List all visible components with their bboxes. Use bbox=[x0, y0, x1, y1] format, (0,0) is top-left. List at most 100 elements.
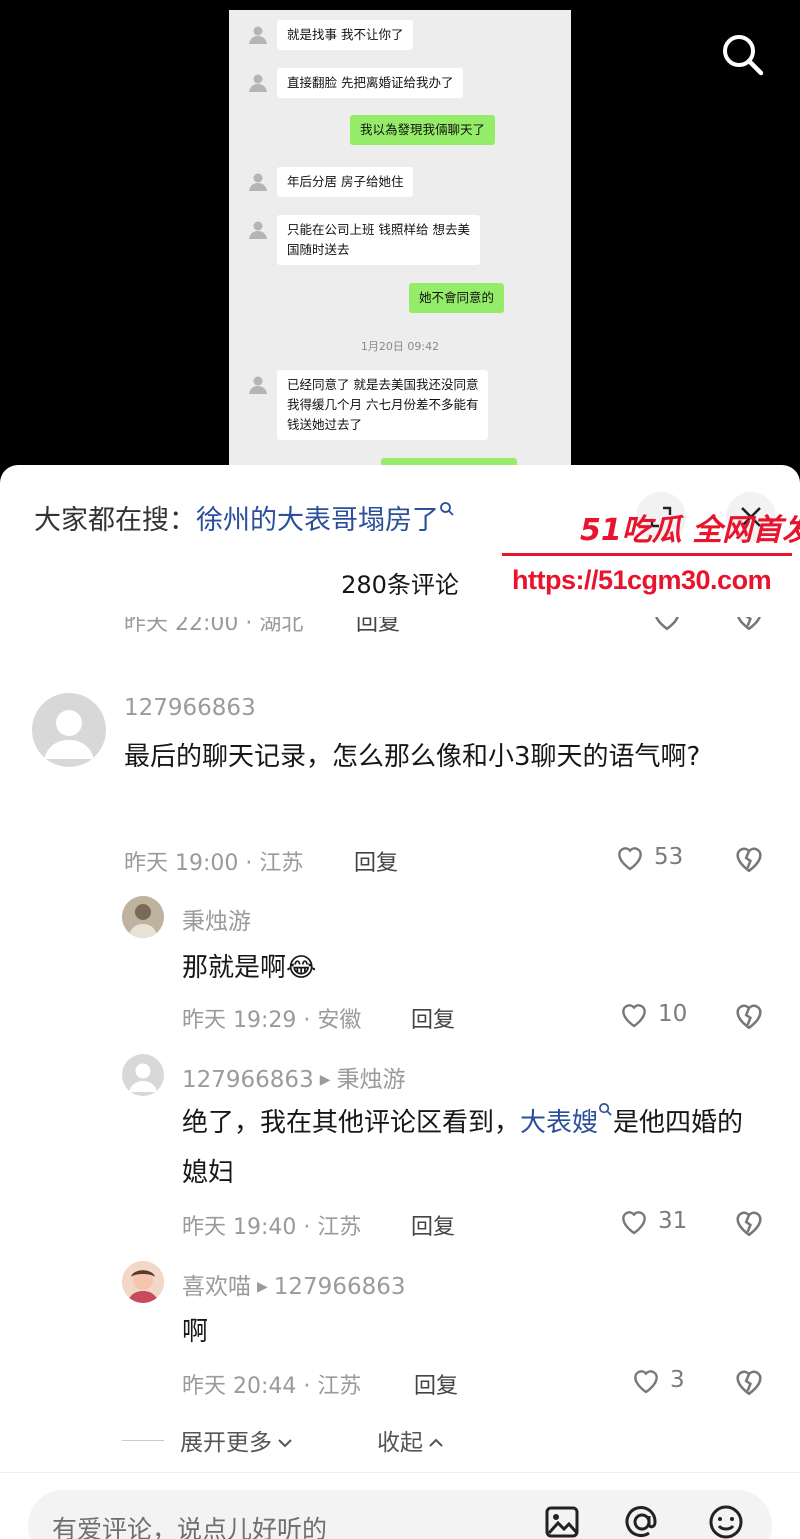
user-avatar-icon bbox=[247, 219, 269, 241]
like-count: 3 bbox=[670, 1367, 685, 1393]
default-avatar-icon bbox=[129, 1063, 157, 1092]
chat-time-divider: 1月20日 09:42 bbox=[360, 340, 440, 353]
expand-more-button[interactable]: 展开更多 bbox=[180, 1423, 294, 1457]
comment-time-location: 昨天 19:00 · 江苏 bbox=[124, 851, 304, 876]
comment-time-location: 昨天 22:00 · 湖北 bbox=[124, 617, 304, 636]
reply-text: 那就是啊😂 bbox=[182, 943, 316, 993]
reply-button[interactable]: 回复 bbox=[414, 1368, 458, 1400]
broken-heart-icon[interactable] bbox=[732, 617, 766, 633]
avatar[interactable] bbox=[122, 1261, 164, 1303]
input-divider bbox=[0, 1472, 800, 1473]
user-avatar-icon bbox=[247, 24, 269, 46]
like-count: 31 bbox=[658, 1208, 688, 1234]
laugh-cry-emoji-icon: 😂 bbox=[286, 953, 317, 983]
comments-sheet: 大家都在搜：徐州的大表哥塌房了 280条评论 51吃瓜 全网首发 https:/… bbox=[0, 465, 800, 1539]
reply-arrow-icon: ▶ bbox=[257, 1279, 268, 1295]
photo-avatar-icon bbox=[122, 896, 164, 938]
broken-heart-icon[interactable] bbox=[732, 1205, 766, 1239]
chat-message: 我以為發現我倆聊天了 bbox=[350, 115, 496, 145]
avatar[interactable] bbox=[32, 693, 106, 767]
reply-username: 127966863 ▶ 秉烛游 bbox=[182, 1060, 405, 1094]
search-keyword-link[interactable]: 大表嫂 bbox=[520, 1108, 598, 1138]
reply-username[interactable]: 秉烛游 bbox=[182, 902, 251, 936]
chat-bubble: 就是找事 我不让你了 bbox=[277, 20, 414, 50]
heart-outline-icon bbox=[622, 1004, 646, 1028]
emoji-icon[interactable] bbox=[706, 1502, 746, 1539]
heart-outline-icon bbox=[618, 847, 642, 871]
avatar[interactable] bbox=[122, 896, 164, 938]
reply-to-username[interactable]: 127966863 bbox=[274, 1274, 406, 1300]
collapse-label: 收起 bbox=[377, 1430, 423, 1456]
reply-arrow-icon: ▶ bbox=[319, 1072, 331, 1088]
like-count: 10 bbox=[658, 1001, 688, 1027]
replies-toggle-row: 展开更多 收起 bbox=[122, 1423, 722, 1459]
photo-avatar-icon bbox=[122, 1261, 164, 1303]
watermark-url: https://51cgm30.com bbox=[512, 565, 772, 595]
reply-time-location: 昨天 20:44 · 江苏 bbox=[182, 1374, 362, 1399]
chat-message: 她不會同意的 bbox=[409, 283, 505, 313]
hot-search-prefix: 大家都在搜： bbox=[34, 505, 196, 536]
default-avatar-icon bbox=[44, 710, 94, 759]
comment-username[interactable]: 127966863 bbox=[124, 695, 256, 721]
like-button[interactable]: 53 bbox=[614, 841, 683, 873]
reply-text-content: 那就是啊 bbox=[182, 953, 287, 983]
chat-bubble: 我以為發現我倆聊天了 bbox=[350, 115, 496, 145]
broken-heart-icon[interactable] bbox=[732, 998, 766, 1032]
chat-screenshot-image: 就是找事 我不让你了 直接翻脸 先把离婚证给我办了 我以為發現我倆聊天了 年后分… bbox=[229, 10, 571, 470]
chat-message: 已经同意了 就是去美国我还没同意 我得缓几个月 六七月份差不多能有 钱送她过去了 bbox=[247, 370, 489, 440]
avatar[interactable] bbox=[122, 1054, 164, 1096]
reply-text-content: 绝了，我在其他评论区看到， bbox=[182, 1108, 521, 1138]
hot-search-keyword[interactable]: 徐州的大表哥塌房了 bbox=[196, 505, 439, 536]
chat-bubble: 已经同意了 就是去美国我还没同意 我得缓几个月 六七月份差不多能有 钱送她过去了 bbox=[277, 370, 489, 440]
reply-to-username[interactable]: 秉烛游 bbox=[336, 1067, 405, 1093]
user-avatar-icon bbox=[247, 72, 269, 94]
collapse-button[interactable]: 收起 bbox=[377, 1423, 445, 1457]
reply-username-text[interactable]: 127966863 bbox=[182, 1067, 314, 1093]
expand-more-label: 展开更多 bbox=[180, 1430, 272, 1456]
divider-line bbox=[122, 1440, 164, 1441]
chat-bubble: 直接翻脸 先把离婚证给我办了 bbox=[277, 68, 464, 98]
heart-outline-icon bbox=[622, 1211, 646, 1235]
reply-time-location: 昨天 19:29 · 安徽 bbox=[182, 1008, 362, 1033]
watermark: 51吃瓜 全网首发 https://51cgm30.com bbox=[500, 505, 800, 605]
user-avatar-icon bbox=[247, 171, 269, 193]
broken-heart-icon[interactable] bbox=[732, 841, 766, 875]
chat-message: 就是找事 我不让你了 bbox=[247, 20, 414, 50]
reply-button[interactable]: 回复 bbox=[354, 845, 398, 877]
chat-bubble: 她不會同意的 bbox=[409, 283, 505, 313]
heart-outline-icon bbox=[634, 1370, 658, 1394]
reply-text: 绝了，我在其他评论区看到，大表嫂 是他四婚的媳妇 bbox=[182, 1098, 762, 1198]
chevron-up-icon bbox=[429, 1438, 443, 1447]
image-icon[interactable] bbox=[542, 1502, 582, 1539]
reply-button[interactable]: 回复 bbox=[356, 617, 400, 637]
like-button[interactable]: 10 bbox=[618, 998, 687, 1030]
reply-time-location: 昨天 19:40 · 江苏 bbox=[182, 1215, 362, 1240]
reply-username: 喜欢喵 ▶ 127966863 bbox=[182, 1267, 405, 1301]
comment-input-placeholder: 有爱评论，说点儿好听的 bbox=[52, 1515, 328, 1539]
previous-comment-meta: 昨天 22:00 · 湖北 回复 bbox=[0, 617, 800, 647]
user-avatar-icon bbox=[247, 374, 269, 396]
chat-bubble: 年后分居 房子给她住 bbox=[277, 167, 414, 197]
search-icon[interactable] bbox=[720, 32, 764, 76]
reply-text: 啊 bbox=[182, 1317, 209, 1347]
chat-message: 直接翻脸 先把离婚证给我办了 bbox=[247, 68, 464, 98]
watermark-title: 51吃瓜 全网首发 bbox=[580, 513, 800, 548]
comment-text: 最后的聊天记录，怎么那么像和小3聊天的语气啊? bbox=[124, 742, 701, 772]
comment-input[interactable]: 有爱评论，说点儿好听的 bbox=[28, 1490, 772, 1539]
chat-message: 只能在公司上班 钱照样给 想去美 国随时送去 bbox=[247, 215, 480, 265]
post-image-area: 就是找事 我不让你了 直接翻脸 先把离婚证给我办了 我以為發現我倆聊天了 年后分… bbox=[0, 0, 800, 470]
search-small-icon bbox=[440, 502, 454, 516]
at-mention-icon[interactable] bbox=[622, 1502, 662, 1539]
reply-button[interactable]: 回复 bbox=[411, 1209, 455, 1241]
chat-bubble: 只能在公司上班 钱照样给 想去美 国随时送去 bbox=[277, 215, 480, 265]
search-small-icon bbox=[599, 1103, 612, 1116]
chat-message: 年后分居 房子给她住 bbox=[247, 167, 414, 197]
like-button[interactable]: 31 bbox=[618, 1205, 687, 1237]
broken-heart-icon[interactable] bbox=[732, 1364, 766, 1398]
reply-button[interactable]: 回复 bbox=[411, 1002, 455, 1034]
chevron-down-icon bbox=[278, 1439, 292, 1448]
hot-search-link[interactable]: 大家都在搜：徐州的大表哥塌房了 bbox=[34, 498, 455, 537]
heart-outline-icon[interactable] bbox=[650, 617, 684, 633]
reply-username-text[interactable]: 喜欢喵 bbox=[182, 1274, 251, 1300]
like-button[interactable]: 3 bbox=[630, 1364, 685, 1396]
